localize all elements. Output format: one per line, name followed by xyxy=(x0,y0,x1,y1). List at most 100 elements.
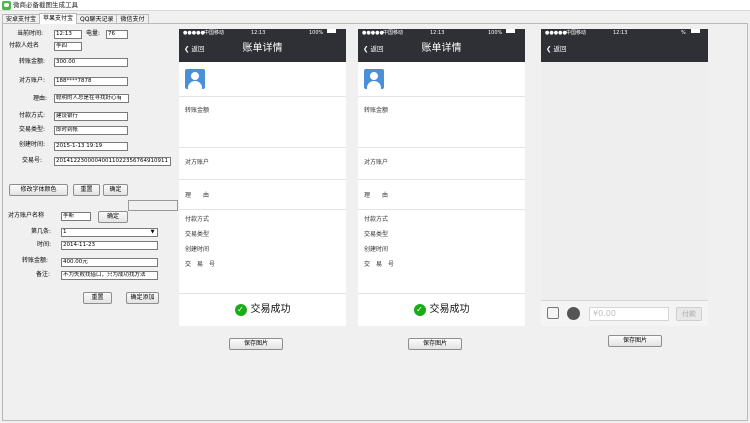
amount-input[interactable]: 300.00 xyxy=(54,58,128,67)
account-label: 对方账户: xyxy=(19,77,46,84)
chat-amount-input[interactable]: 400.00元 xyxy=(61,258,158,267)
pay-button[interactable]: 付款 xyxy=(676,307,702,321)
chat-add-button[interactable]: 确定添加 xyxy=(126,292,159,304)
battery-icon xyxy=(327,29,336,33)
color-preview-box xyxy=(128,200,178,211)
chat-note-input[interactable]: 不为失败找借口，只为成功找方法 xyxy=(61,271,158,280)
success-text: 交易成功 xyxy=(250,304,291,315)
divider xyxy=(179,147,346,148)
row-pay-method: 付款方式 xyxy=(364,216,389,223)
success-banner: ✓ 交易成功 xyxy=(358,294,525,326)
account-input[interactable]: 188****7878 xyxy=(54,77,128,86)
row-account: 对方账户 xyxy=(185,159,210,166)
save-image-button-1[interactable]: 保存图片 xyxy=(229,338,283,350)
preview-bill-1: ●●●●● 中国移动 12:13 100% ❮ 返回 账单详情 转账金额 对方账… xyxy=(179,29,346,326)
reset-button[interactable]: 重置 xyxy=(73,184,100,196)
pay-method-input[interactable]: 建设银行 xyxy=(54,112,128,121)
chat-confirm-button[interactable]: 确定 xyxy=(98,211,128,223)
row-reason: 理 由 xyxy=(364,192,389,199)
back-button[interactable]: ❮ 返回 xyxy=(546,44,567,54)
trade-type-input[interactable]: 即时到帐 xyxy=(54,126,128,135)
battery-percent: 100% xyxy=(309,30,324,36)
font-color-button[interactable]: 修改字体颜色 xyxy=(9,184,68,196)
app-logo-icon xyxy=(2,1,11,10)
title-bar: 微商必备截图生成工具 xyxy=(0,0,750,11)
confirm-button[interactable]: 确定 xyxy=(103,184,128,196)
check-circle-icon: ✓ xyxy=(234,304,247,316)
row-trade-type: 交易类型 xyxy=(185,231,210,238)
current-time-label: 当前时间: xyxy=(17,30,44,37)
chevron-down-icon[interactable]: ▼ xyxy=(149,230,156,235)
chat-name-label: 对方账户名称 xyxy=(8,212,45,219)
nav-bar: ❮ 返回 账单详情 xyxy=(358,37,525,62)
reason-input[interactable]: 聪明的人总是在寻找好心有 xyxy=(54,94,129,103)
preview-bill-2: ●●●●● 中国移动 12:13 100% ❮ 返回 账单详情 转账金额 对方账… xyxy=(358,29,525,326)
avatar-icon xyxy=(185,69,205,89)
nav-title: 账单详情 xyxy=(421,43,462,54)
divider xyxy=(358,96,525,97)
amount-input[interactable]: ¥0.00 xyxy=(589,307,669,321)
status-bar: ●●●●● 中国移动 12:13 % xyxy=(541,29,708,37)
status-bar: ●●●●● 中国移动 12:13 100% xyxy=(179,29,346,37)
battery-percent: % xyxy=(681,30,686,36)
row-account: 对方账户 xyxy=(364,159,389,166)
carrier-label: 中国移动 xyxy=(566,30,587,36)
row-trade-no: 交 易 号 xyxy=(364,261,395,268)
chevron-left-icon: ❮ xyxy=(546,45,552,53)
row-trade-type: 交易类型 xyxy=(364,231,389,238)
row-amount: 转账金额 xyxy=(364,107,389,114)
nav-bar: ❮ 返回 账单详情 xyxy=(179,37,346,62)
row-created: 创建时间 xyxy=(364,246,389,253)
chat-note-label: 备注: xyxy=(36,271,51,278)
nav-bar: ❮ 返回 xyxy=(541,37,708,62)
status-time: 12:13 xyxy=(251,30,266,36)
created-label: 创建时间: xyxy=(19,141,46,148)
status-bar: ●●●●● 中国移动 12:13 100% xyxy=(358,29,525,37)
carrier-label: 中国移动 xyxy=(383,30,404,36)
signal-icon: ●●●●● xyxy=(362,30,384,36)
reason-label: 理由: xyxy=(33,95,48,102)
chat-index-value: 1 xyxy=(63,229,67,235)
amount-label: 转账金额: xyxy=(19,58,46,65)
save-image-button-2[interactable]: 保存图片 xyxy=(408,338,462,350)
check-circle-icon: ✓ xyxy=(413,304,426,316)
chat-time-input[interactable]: 2014-11-23 xyxy=(61,241,158,250)
edit-icon[interactable] xyxy=(547,307,559,319)
battery-percent: 100% xyxy=(488,30,503,36)
divider xyxy=(358,209,525,210)
divider xyxy=(358,179,525,180)
chat-index-label: 第几条: xyxy=(31,228,52,235)
divider xyxy=(179,96,346,97)
battery-icon xyxy=(691,29,700,33)
trade-no-label: 交易号: xyxy=(22,157,43,164)
battery-input[interactable]: 76 xyxy=(106,30,128,39)
nav-title: 账单详情 xyxy=(242,43,283,54)
save-image-button-3[interactable]: 保存图片 xyxy=(608,335,662,347)
carrier-label: 中国移动 xyxy=(204,30,225,36)
trade-no-input[interactable]: 20141223000040011022356764910911 xyxy=(54,157,171,166)
back-label: 返回 xyxy=(553,45,567,53)
tab-apple-alipay[interactable]: 苹果支付宝 xyxy=(39,13,78,24)
battery-icon xyxy=(506,29,515,33)
battery-label: 电量: xyxy=(86,30,101,37)
created-input[interactable]: 2015-1-13 19:19 xyxy=(54,142,128,151)
success-text: 交易成功 xyxy=(429,304,470,315)
chat-name-input[interactable]: 李斯 xyxy=(61,212,91,221)
signal-icon: ●●●●● xyxy=(545,30,567,36)
status-time: 12:13 xyxy=(613,30,628,36)
chat-reset-button[interactable]: 重置 xyxy=(83,292,112,304)
payer-name-input[interactable]: 李四 xyxy=(54,42,82,51)
divider xyxy=(179,179,346,180)
row-reason: 理 由 xyxy=(185,192,210,199)
chat-time-label: 时间: xyxy=(37,241,52,248)
signal-icon: ●●●●● xyxy=(183,30,205,36)
row-trade-no: 交 易 号 xyxy=(185,261,216,268)
chat-input-bar: ¥0.00 付款 xyxy=(541,300,708,326)
emoji-icon[interactable] xyxy=(567,307,580,320)
chat-index-select[interactable]: 1 ▼ xyxy=(61,228,158,237)
row-created: 创建时间 xyxy=(185,246,210,253)
divider xyxy=(358,147,525,148)
window-title: 微商必备截图生成工具 xyxy=(13,1,78,9)
current-time-input[interactable]: 12:13 xyxy=(54,30,82,39)
trade-type-label: 交易类型: xyxy=(19,126,46,133)
